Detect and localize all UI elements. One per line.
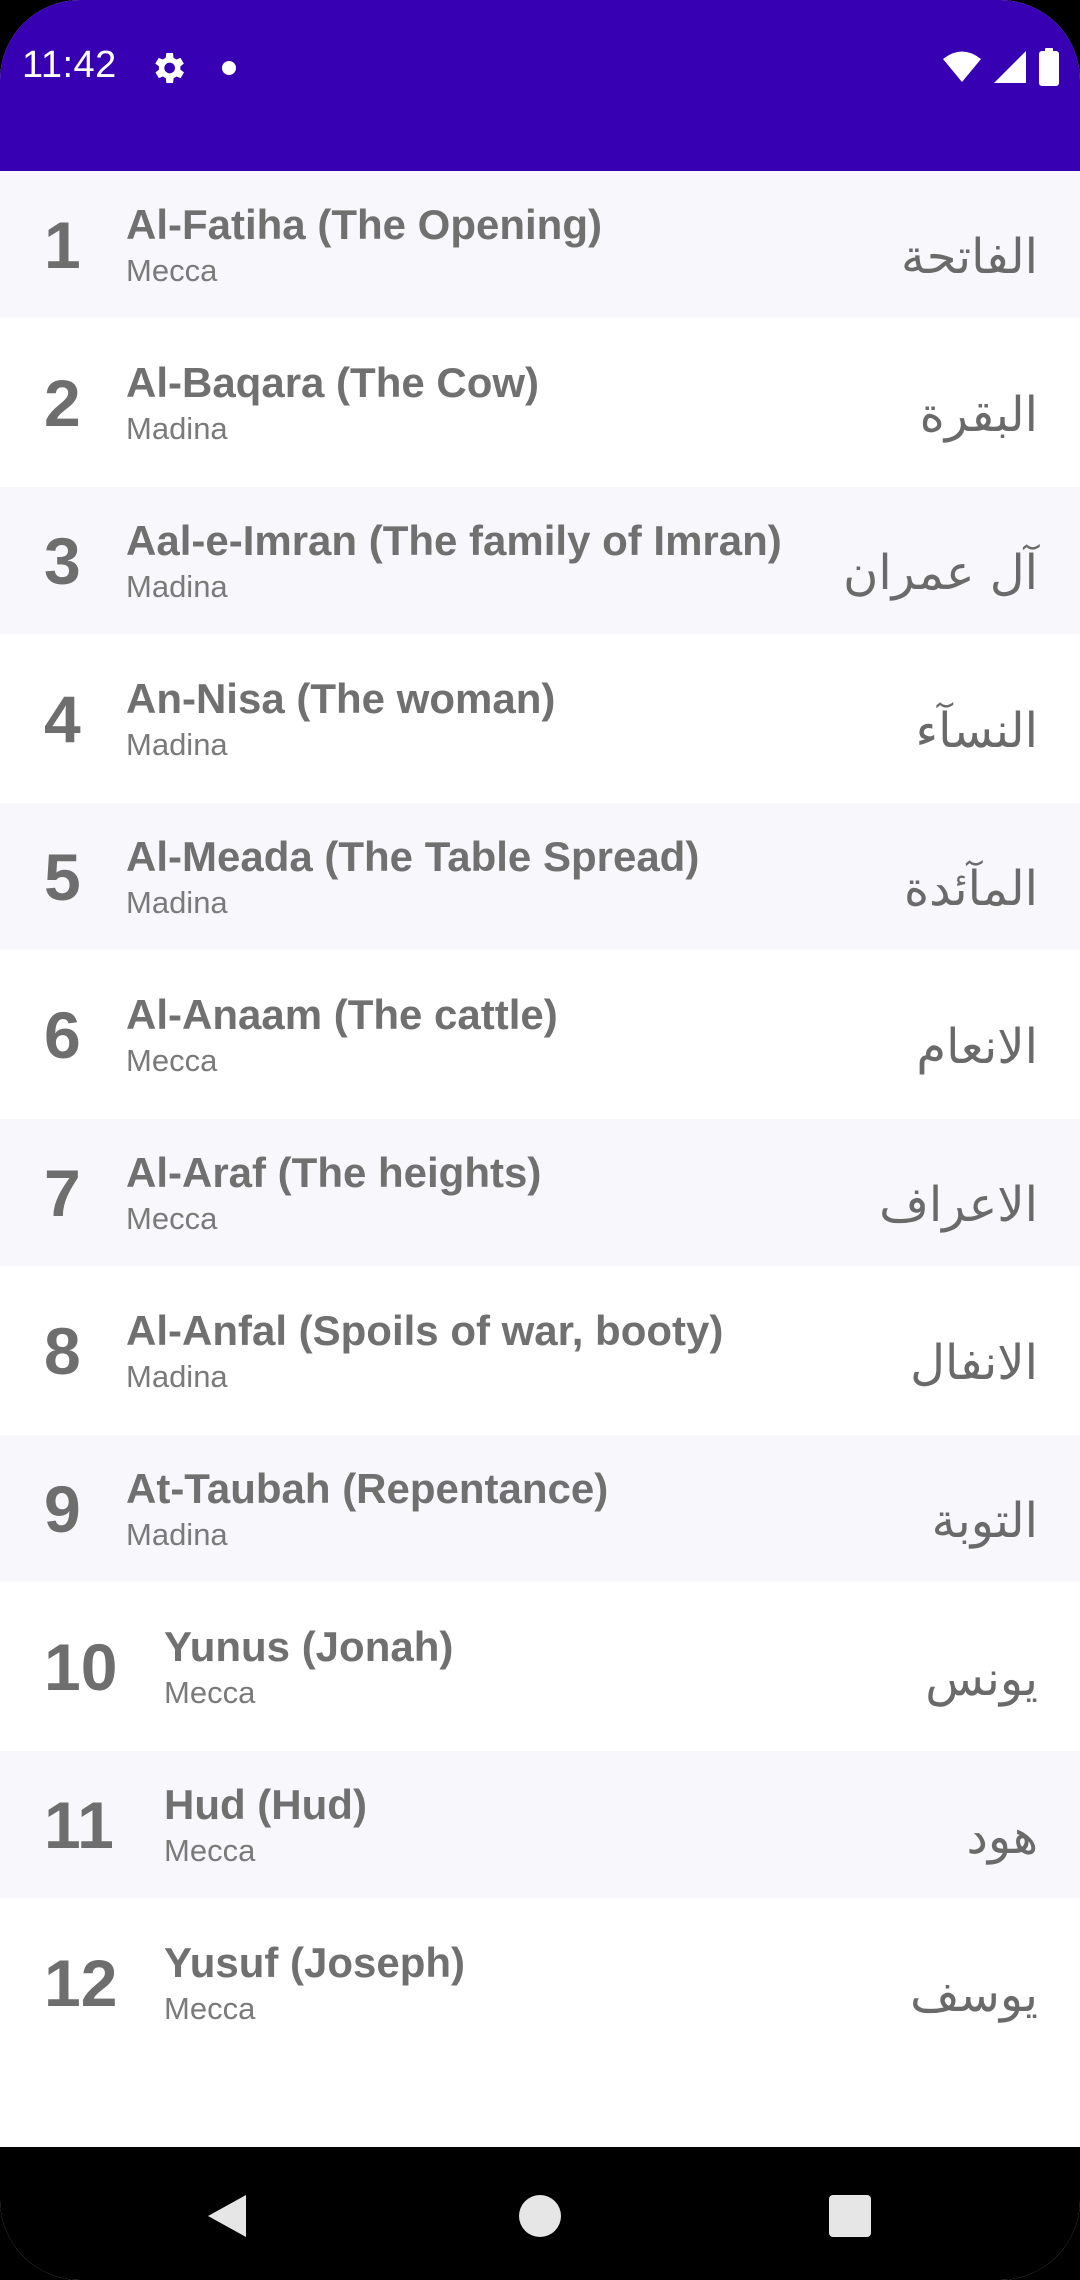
surah-arabic-name: النسآء [915,702,1038,759]
list-item[interactable]: 10 Yunus (Jonah) Mecca یونس [0,1582,1080,1751]
surah-number: 2 [44,365,81,440]
surah-name: Al-Meada (The Table Spread) [126,832,700,880]
surah-arabic-name: یوسف [909,1966,1038,2023]
status-time: 11:42 [22,44,117,86]
list-item[interactable]: 6 Al-Anaam (The cattle) Mecca الانعام [0,950,1080,1119]
surah-arabic-name: الانعام [916,1018,1038,1075]
app-bar: 11:42 [0,0,1080,171]
gear-icon [155,53,184,83]
surah-arabic-name: البقرة [919,386,1038,443]
surah-place: Madina [126,1516,228,1552]
list-item[interactable]: 1 Al-Fatiha (The Opening) Mecca الفاتحة [0,171,1080,318]
surah-place: Madina [126,726,228,762]
list-item[interactable]: 9 At-Taubah (Repentance) Madina التوبة [0,1435,1080,1582]
surah-arabic-name: التوبة [931,1492,1038,1549]
surah-number: 4 [44,681,81,756]
surah-number: 7 [44,1155,81,1230]
surah-number: 5 [44,839,81,914]
surah-arabic-name: یونس [925,1650,1038,1707]
surah-name: Yunus (Jonah) [164,1622,454,1670]
surah-arabic-name: المآئدة [903,860,1038,917]
wifi-icon [943,51,981,82]
list-item[interactable]: 5 Al-Meada (The Table Spread) Madina الم… [0,803,1080,950]
phone-screen: 11:42 1 Al-Fatiha (The Opening) Mecca ال… [0,0,1080,2280]
surah-place: Mecca [164,1674,256,1710]
surah-place: Madina [126,884,228,920]
cellular-signal-icon [994,51,1026,83]
surah-number: 11 [44,1787,114,1862]
surah-number: 10 [44,1629,118,1704]
surah-name: Al-Anaam (The cattle) [126,990,558,1038]
surah-number: 1 [44,207,81,282]
home-icon[interactable] [519,2195,561,2237]
surah-name: Aal-e-Imran (The family of Imran) [126,516,782,564]
surah-place: Madina [126,568,228,604]
surah-name: Yusuf (Joseph) [164,1938,466,1986]
status-icons [942,46,1060,88]
notification-dot-icon [222,61,236,75]
battery-icon [1039,48,1059,86]
list-item[interactable]: 2 Al-Baqara (The Cow) Madina البقرة [0,318,1080,487]
surah-arabic-name: الانفال [910,1334,1038,1391]
surah-place: Mecca [164,1832,256,1868]
list-item[interactable]: 4 An-Nisa (The woman) Madina النسآء [0,634,1080,803]
list-item[interactable]: 11 Hud (Hud) Mecca ھود [0,1751,1080,1898]
surah-place: Mecca [126,252,218,288]
surah-place: Mecca [126,1200,218,1236]
navigation-bar [0,2147,1080,2280]
surah-name: Al-Baqara (The Cow) [126,358,540,406]
list-item[interactable]: 7 Al-Araf (The heights) Mecca الاعراف [0,1119,1080,1266]
surah-place: Madina [126,1358,228,1394]
surah-arabic-name: الاعراف [879,1176,1038,1233]
surah-number: 9 [44,1471,81,1546]
list-item[interactable]: 12 Yusuf (Joseph) Mecca یوسف [0,1898,1080,2067]
surah-number: 6 [44,997,81,1072]
surah-arabic-name: الفاتحة [901,228,1038,285]
surah-number: 12 [44,1945,118,2020]
surah-place: Madina [126,410,228,446]
surah-name: Al-Fatiha (The Opening) [126,200,602,248]
surah-name: Al-Anfal (Spoils of war, booty) [126,1306,724,1354]
surah-place: Mecca [164,1990,256,2026]
surah-name: At-Taubah (Repentance) [126,1464,609,1512]
surah-arabic-name: ھود [966,1808,1038,1865]
surah-number: 3 [44,523,81,598]
surah-name: An-Nisa (The woman) [126,674,556,722]
back-icon[interactable] [206,2193,248,2239]
surah-name: Hud (Hud) [164,1780,367,1828]
list-item[interactable]: 8 Al-Anfal (Spoils of war, booty) Madina… [0,1266,1080,1435]
surah-arabic-name: آل عمران [843,544,1038,601]
surah-name: Al-Araf (The heights) [126,1148,542,1196]
surah-place: Mecca [126,1042,218,1078]
surah-list[interactable]: 1 Al-Fatiha (The Opening) Mecca الفاتحة … [0,171,1080,2147]
surah-number: 8 [44,1313,81,1388]
recents-icon[interactable] [829,2195,871,2237]
list-item[interactable]: 3 Aal-e-Imran (The family of Imran) Madi… [0,487,1080,634]
